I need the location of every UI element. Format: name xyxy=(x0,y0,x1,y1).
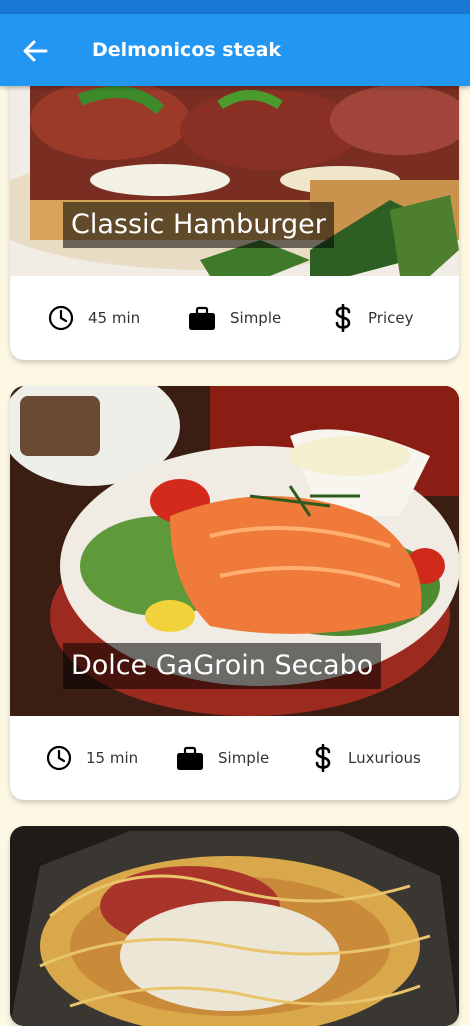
affordability-info: Pricey xyxy=(332,276,413,360)
meal-title: Dolce GaGroin Secabo xyxy=(63,643,382,689)
app-bar: Delmonicos steak xyxy=(0,14,470,86)
duration-label: 15 min xyxy=(86,749,139,767)
back-button[interactable] xyxy=(20,36,50,66)
meal-card[interactable] xyxy=(10,826,459,1026)
meal-title: Classic Hamburger xyxy=(63,202,334,248)
affordability-label: Luxurious xyxy=(348,749,421,767)
dollar-icon xyxy=(335,304,351,332)
complexity-info: Simple xyxy=(188,276,281,360)
clock-icon xyxy=(48,305,74,331)
dollar-icon xyxy=(315,744,331,772)
meal-card[interactable]: Dolce GaGroin Secabo 15 min Simple Luxur… xyxy=(10,386,459,800)
meal-image xyxy=(10,826,459,1026)
duration-info: 15 min xyxy=(46,716,138,800)
complexity-info: Simple xyxy=(176,716,269,800)
affordability-info: Luxurious xyxy=(312,716,421,800)
briefcase-icon xyxy=(177,746,203,770)
status-bar xyxy=(0,0,470,14)
duration-info: 45 min xyxy=(48,276,140,360)
meal-card[interactable]: Classic Hamburger 45 min Simple Pricey xyxy=(10,60,459,360)
meal-meta-row: 15 min Simple Luxurious xyxy=(10,716,459,800)
clock-icon xyxy=(46,745,72,771)
arrow-back-icon xyxy=(23,40,48,62)
meal-meta-row: 45 min Simple Pricey xyxy=(10,276,459,360)
briefcase-icon xyxy=(189,306,215,330)
complexity-label: Simple xyxy=(218,749,270,767)
affordability-label: Pricey xyxy=(368,309,414,327)
duration-label: 45 min xyxy=(88,309,141,327)
complexity-label: Simple xyxy=(230,309,282,327)
app-title: Delmonicos steak xyxy=(92,39,282,61)
